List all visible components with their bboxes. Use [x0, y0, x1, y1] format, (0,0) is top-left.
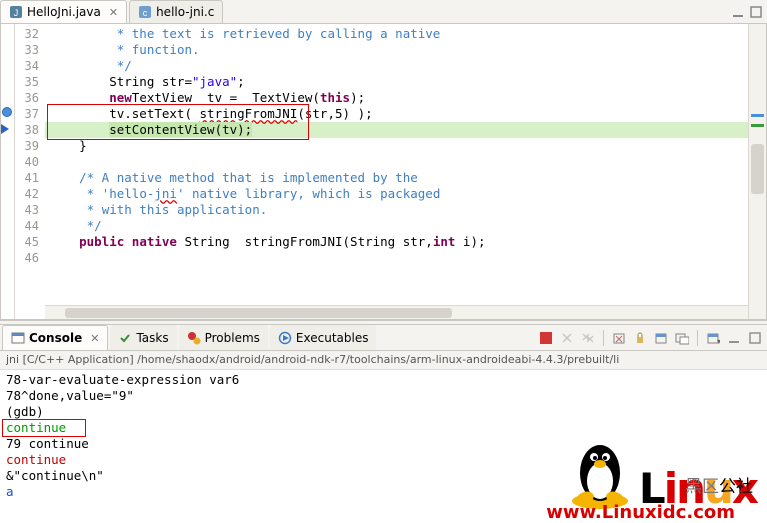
scroll-lock-button[interactable]	[632, 330, 648, 346]
c-file-icon: c	[138, 5, 152, 19]
tab-label: hello-jni.c	[156, 5, 214, 19]
tasks-icon	[118, 331, 132, 345]
code-line[interactable]: * 'hello-jni' native library, which is p…	[45, 186, 748, 202]
editor-tab-bar: J HelloJni.java ✕ c hello-jni.c	[0, 0, 767, 24]
line-number: 37	[17, 106, 39, 122]
display-selected-button[interactable]	[674, 330, 690, 346]
line-number: 35	[17, 74, 39, 90]
code-line[interactable]: * the text is retrieved by calling a nat…	[45, 26, 748, 42]
overview-marker	[751, 124, 764, 127]
line-number: 41	[17, 170, 39, 186]
line-number: 43	[17, 202, 39, 218]
watermark-cn: 黑区公社	[685, 472, 753, 497]
breakpoint-marker-icon[interactable]	[2, 107, 12, 117]
minimize-icon[interactable]	[731, 5, 745, 19]
code-area[interactable]: * the text is retrieved by calling a nat…	[45, 24, 748, 319]
console-line: (gdb)	[6, 404, 761, 420]
line-number: 33	[17, 42, 39, 58]
code-line[interactable]: */	[45, 58, 748, 74]
code-line[interactable]: }	[45, 138, 748, 154]
line-number: 34	[17, 58, 39, 74]
console-launch-label: jni [C/C++ Application] /home/shaodx/and…	[0, 351, 767, 370]
close-icon[interactable]: ✕	[109, 6, 118, 19]
code-line[interactable]: newTextView tv = TextView(this);	[45, 90, 748, 106]
console-output[interactable]: 78-var-evaluate-expression var678^done,v…	[0, 370, 767, 523]
problems-icon	[187, 331, 201, 345]
close-icon[interactable]: ✕	[90, 332, 99, 345]
console-icon	[11, 331, 25, 345]
executables-icon	[278, 331, 292, 345]
pin-console-button[interactable]	[653, 330, 669, 346]
code-line[interactable]: public native String stringFromJNI(Strin…	[45, 234, 748, 250]
tab-label: Problems	[205, 331, 260, 345]
code-line[interactable]: * with this application.	[45, 202, 748, 218]
code-line[interactable]: setContentView(tv);	[45, 122, 748, 138]
maximize-icon[interactable]	[749, 5, 763, 19]
code-line[interactable]	[45, 154, 748, 170]
scroll-thumb[interactable]	[65, 308, 452, 318]
console-line: a	[6, 484, 761, 500]
remove-launch-button[interactable]	[559, 330, 575, 346]
maximize-view-icon[interactable]	[747, 330, 763, 346]
separator	[697, 330, 698, 346]
console-line: 79 continue	[6, 436, 761, 452]
terminate-button[interactable]	[538, 330, 554, 346]
tab-console[interactable]: Console ✕	[2, 325, 108, 350]
console-line: 78-var-evaluate-expression var6	[6, 372, 761, 388]
tab-label: Executables	[296, 331, 369, 345]
tab-label: HelloJni.java	[27, 5, 101, 19]
vertical-scrollbar[interactable]	[748, 24, 766, 319]
line-number: 38	[17, 122, 39, 138]
console-line: continue	[6, 420, 761, 436]
overview-marker	[751, 114, 764, 117]
tab-tasks[interactable]: Tasks	[110, 325, 176, 350]
code-line[interactable]: String str="java";	[45, 74, 748, 90]
svg-text:J: J	[14, 8, 19, 18]
line-number: 44	[17, 218, 39, 234]
marker-gutter	[1, 24, 15, 319]
console-line: continue	[6, 452, 761, 468]
java-file-icon: J	[9, 5, 23, 19]
line-number: 45	[17, 234, 39, 250]
code-line[interactable]	[45, 250, 748, 266]
line-number-gutter: 323334353637383940414243444546	[15, 24, 45, 319]
svg-text:▾: ▾	[717, 337, 720, 345]
line-number: 32	[17, 26, 39, 42]
svg-text:c: c	[143, 8, 148, 18]
code-line[interactable]: tv.setText( stringFromJNI(str,5) );	[45, 106, 748, 122]
console-line: 78^done,value="9"	[6, 388, 761, 404]
line-number: 42	[17, 186, 39, 202]
execution-pointer-icon	[1, 124, 9, 134]
watermark-url: www.Linuxidc.com	[546, 502, 735, 523]
console-line: &"continue\n"	[6, 468, 761, 484]
code-line[interactable]: * function.	[45, 42, 748, 58]
line-number: 40	[17, 154, 39, 170]
scroll-thumb[interactable]	[751, 144, 764, 194]
bottom-tab-bar: Console ✕ Tasks Problems Executables ▾	[0, 325, 767, 351]
editor-tab-hello-jni-c[interactable]: c hello-jni.c	[129, 0, 223, 23]
line-number: 39	[17, 138, 39, 154]
horizontal-scrollbar[interactable]	[45, 305, 748, 319]
console-toolbar: ▾	[538, 330, 763, 346]
tab-problems[interactable]: Problems	[179, 325, 268, 350]
code-line[interactable]: /* A native method that is implemented b…	[45, 170, 748, 186]
line-number: 46	[17, 250, 39, 266]
remove-all-button[interactable]	[580, 330, 596, 346]
tab-executables[interactable]: Executables	[270, 325, 377, 350]
clear-console-button[interactable]	[611, 330, 627, 346]
tab-label: Tasks	[136, 331, 168, 345]
minimize-view-icon[interactable]	[726, 330, 742, 346]
editor-tab-hellojni-java[interactable]: J HelloJni.java ✕	[0, 0, 127, 23]
code-line[interactable]: */	[45, 218, 748, 234]
line-number: 36	[17, 90, 39, 106]
separator	[603, 330, 604, 346]
tab-label: Console	[29, 331, 82, 345]
open-console-button[interactable]: ▾	[705, 330, 721, 346]
code-editor[interactable]: 323334353637383940414243444546 * the tex…	[0, 24, 767, 320]
